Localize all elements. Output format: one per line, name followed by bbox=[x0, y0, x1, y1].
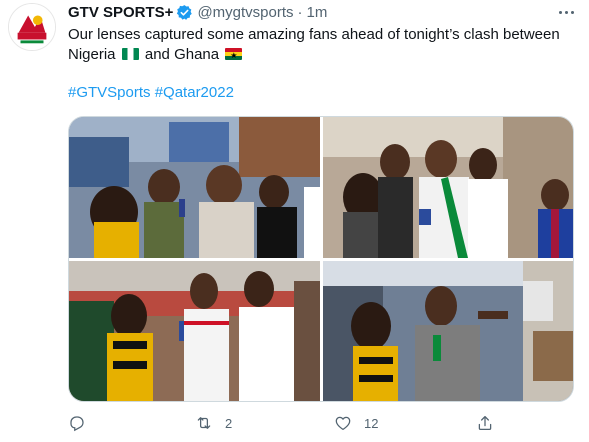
photo-fan-interview-market[interactable] bbox=[323, 261, 573, 401]
like-count: 12 bbox=[364, 415, 379, 431]
tweet-timestamp[interactable]: 1m bbox=[307, 4, 328, 21]
author-name[interactable]: GTV SPORTS+ bbox=[68, 4, 173, 21]
gtv-sports-logo-icon bbox=[9, 4, 55, 50]
share-icon bbox=[478, 415, 492, 431]
reply-button[interactable] bbox=[68, 411, 98, 435]
verified-badge-icon bbox=[176, 4, 193, 21]
avatar[interactable] bbox=[8, 3, 56, 51]
photo-fan-ghana-jersey-interview[interactable] bbox=[69, 261, 320, 401]
tweet-text-line1: Our lenses captured some amazing fans ah… bbox=[68, 26, 560, 43]
reply-icon bbox=[70, 416, 84, 432]
more-options-icon[interactable] bbox=[554, 2, 578, 22]
retweet-icon bbox=[197, 417, 211, 429]
retweet-count: 2 bbox=[225, 415, 233, 431]
author-handle[interactable]: @mygtvsports bbox=[197, 4, 293, 21]
share-button[interactable] bbox=[476, 411, 494, 435]
photo-fans-group-smiling[interactable] bbox=[323, 117, 573, 258]
photo-fans-interview-street[interactable] bbox=[69, 117, 320, 258]
heart-icon bbox=[335, 416, 351, 431]
like-button[interactable]: 12 bbox=[334, 411, 378, 435]
media-grid bbox=[68, 116, 574, 402]
tweet-header: GTV SPORTS+ @mygtvsports · 1m bbox=[68, 3, 327, 21]
tweet-text-nigeria: Nigeria bbox=[68, 46, 116, 63]
separator-dot: · bbox=[297, 3, 303, 21]
hashtag-gtvsports[interactable]: #GTVSports bbox=[68, 84, 151, 101]
tweet-card[interactable]: GTV SPORTS+ @mygtvsports · 1m Our lenses… bbox=[0, 0, 589, 442]
hashtags: #GTVSports #Qatar2022 bbox=[68, 84, 234, 101]
hashtag-qatar2022[interactable]: #Qatar2022 bbox=[155, 84, 234, 101]
tweet-actions: 2 12 bbox=[68, 411, 498, 435]
nigeria-flag-icon bbox=[121, 48, 139, 60]
tweet-text: Our lenses captured some amazing fans ah… bbox=[68, 25, 573, 65]
retweet-button[interactable]: 2 bbox=[195, 411, 232, 435]
tweet-text-ghana: and Ghana bbox=[144, 46, 220, 63]
ghana-flag-icon bbox=[225, 48, 243, 60]
